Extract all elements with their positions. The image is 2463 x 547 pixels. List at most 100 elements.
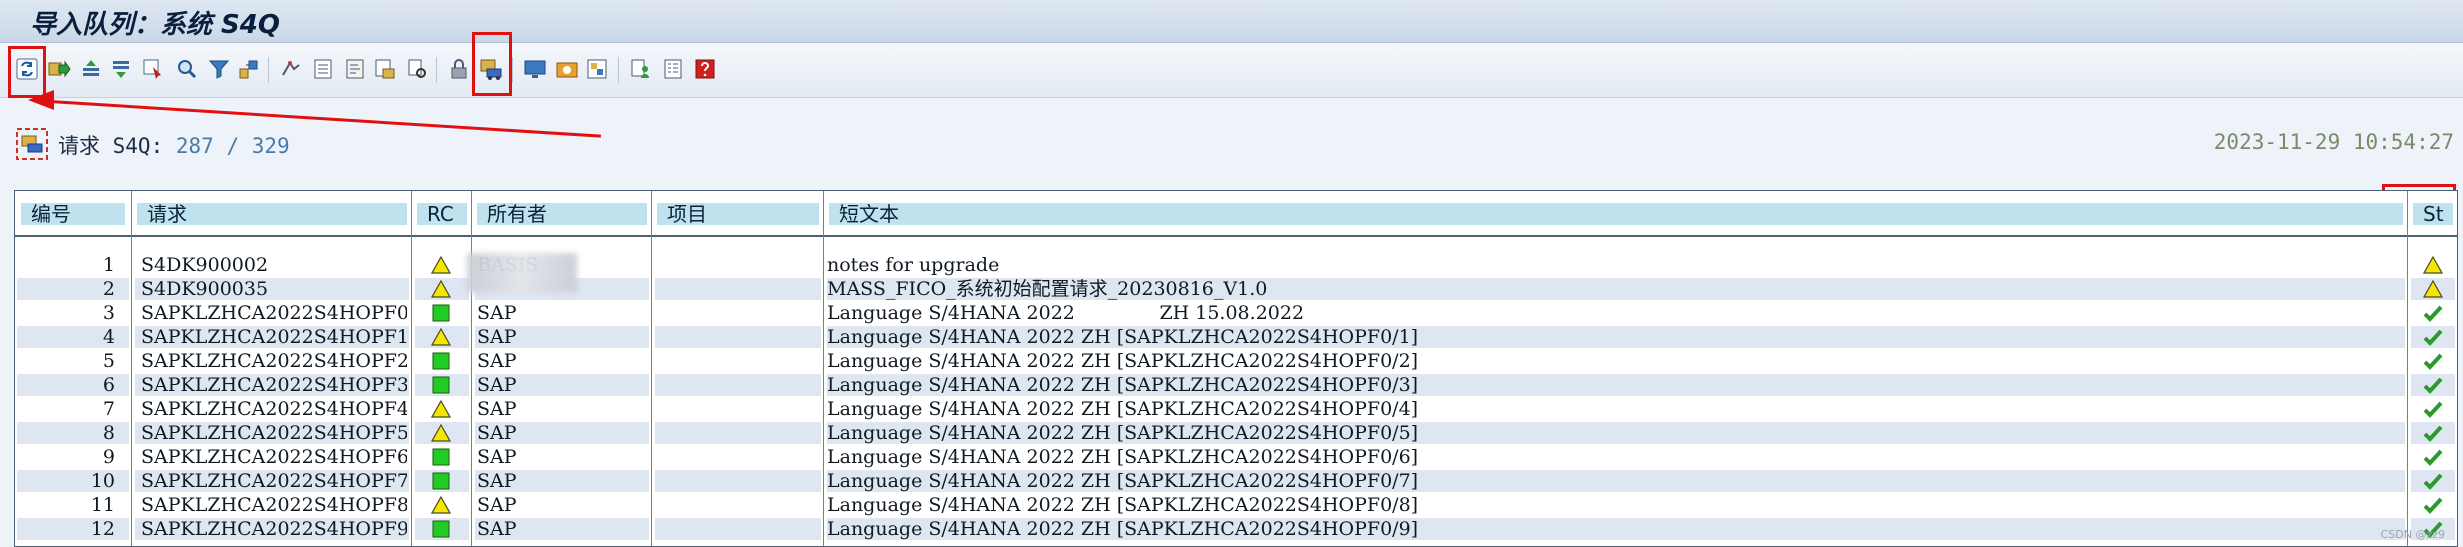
cell-owner: SAP (477, 422, 517, 444)
cell-request: SAPKLZHCA2022S4HOPF6 (141, 446, 407, 468)
cell-num: 6 (102, 374, 115, 396)
request-count-label: 请求 S4Q: 287 / 329 (58, 130, 290, 160)
cell-request: SAPKLZHCA2022S4HOPF7 (141, 470, 407, 492)
warning-triangle-icon (2422, 255, 2444, 275)
col-header-owner[interactable]: 所有者 (477, 203, 647, 225)
cell-num: 3 (102, 302, 115, 324)
warning-triangle-icon (430, 327, 452, 347)
options-icon[interactable] (584, 56, 610, 82)
tools-icon[interactable] (554, 56, 580, 82)
select-icon[interactable] (140, 56, 166, 82)
table-row[interactable]: 10 SAPKLZHCA2022S4HOPF7 SAP Language S/4HAN… (15, 469, 2457, 493)
export-icon[interactable] (372, 56, 398, 82)
warning-triangle-icon (2422, 279, 2444, 299)
document-icon[interactable] (342, 56, 368, 82)
col-header-project[interactable]: 项目 (657, 203, 819, 225)
warning-triangle-icon (430, 495, 452, 515)
col-header-text[interactable]: 短文本 (829, 203, 2403, 225)
cell-request: SAPKLZHCA2022S4HOPF4 (141, 398, 407, 420)
forward-icon[interactable] (46, 56, 72, 82)
checkmark-icon (2423, 351, 2443, 371)
warning-triangle-icon (430, 255, 452, 275)
col-header-request[interactable]: 请求 (137, 203, 407, 225)
cell-request: SAPKLZHCA2022S4HOPF8 (141, 494, 407, 516)
green-square-icon (431, 303, 451, 323)
cell-short-text: MASS_FICO_系统初始配置请求_20230816_V1.0 (827, 278, 1268, 300)
warning-triangle-icon (430, 279, 452, 299)
table-row[interactable]: 1S4DK900002BASISnotes for upgrade (15, 253, 2457, 277)
table-row[interactable]: 2 S4DK900035 MASS_FICO_系统初始配置请求_20230816_V… (15, 277, 2457, 301)
cell-short-text: Language S/4HANA 2022 ZH [SAPKLZHCA2022S… (827, 494, 1419, 516)
cell-request: SAPKLZHCA2022S4HOPF3 (141, 374, 407, 396)
col-header-status[interactable]: St (2413, 203, 2453, 225)
checkmark-icon (2423, 471, 2443, 491)
cell-short-text: Language S/4HANA 2022 ZH [SAPKLZHCA2022S… (827, 398, 1419, 420)
cell-short-text: Language S/4HANA 2022 ZH [SAPKLZHCA2022S… (827, 422, 1419, 444)
table-row[interactable]: 11 SAPKLZHCA2022S4HOPF8 SAP Language S/4HAN… (15, 493, 2457, 517)
request-info: 请求 S4Q: 287 / 329 2023-11-29 10:54:27 (14, 124, 2454, 164)
cell-owner: SAP (477, 494, 517, 516)
cell-request: S4DK900002 (141, 254, 269, 276)
cell-num: 10 (90, 470, 115, 492)
highlight-import (472, 32, 512, 96)
sort-ascending-icon[interactable] (78, 56, 104, 82)
table-row[interactable]: 7 SAPKLZHCA2022S4HOPF4 SAP Language S/4HANA… (15, 397, 2457, 421)
table-row[interactable]: 5 SAPKLZHCA2022S4HOPF2 SAP Language S/4HANA… (15, 349, 2457, 373)
cell-request: SAPKLZHCA2022S4HOPF1 (141, 326, 407, 348)
cell-owner: SAP (477, 446, 517, 468)
cell-short-text: Language S/4HANA 2022 ZH [SAPKLZHCA2022S… (827, 518, 1419, 540)
cell-owner: SAP (477, 470, 517, 492)
cell-short-text: notes for upgrade (827, 254, 1000, 276)
list-icon[interactable] (310, 56, 336, 82)
table-row[interactable]: 12 SAPKLZHCA2022S4HOPF9 SAP Language S/4HAN… (15, 517, 2457, 541)
cell-num: 4 (102, 326, 115, 348)
user-icon[interactable] (628, 56, 654, 82)
cell-request: SAPKLZHCA2022S4HOPF0 (141, 302, 407, 324)
sort-descending-icon[interactable] (108, 56, 134, 82)
checkmark-icon (2423, 495, 2443, 515)
help-icon[interactable] (692, 56, 718, 82)
table-row[interactable]: 4 SAPKLZHCA2022S4HOPF1 SAP Language S/4HANA… (15, 325, 2457, 349)
watermark: CSDN @zz9 (2380, 528, 2445, 541)
col-header-num[interactable]: 编号 (21, 203, 125, 225)
checkmark-icon (2423, 375, 2443, 395)
cell-request: SAPKLZHCA2022S4HOPF2 (141, 350, 407, 372)
cell-owner: SAP (477, 398, 517, 420)
cell-short-text: Language S/4HANA 2022 ZH 15.08.2022 (827, 302, 1305, 324)
warning-triangle-icon (430, 399, 452, 419)
arrow-head (28, 90, 54, 110)
checkmark-icon (2423, 303, 2443, 323)
display-icon[interactable] (522, 56, 548, 82)
cell-owner: SAP (477, 326, 517, 348)
table-row[interactable]: 9 SAPKLZHCA2022S4HOPF6 SAP Language S/4HANA… (15, 445, 2457, 469)
cell-num: 1 (102, 254, 115, 276)
window-title: 导入队列：系统 S4Q (30, 10, 280, 40)
table-row[interactable]: 3 SAPKLZHCA2022S4HOPF0 SAP Language S/4HANA… (15, 301, 2457, 325)
request-icon (16, 128, 48, 160)
green-square-icon (431, 351, 451, 371)
cell-num: 2 (102, 278, 115, 300)
table-row[interactable]: 6 SAPKLZHCA2022S4HOPF3 SAP Language S/4HANA… (15, 373, 2457, 397)
details-icon[interactable] (278, 56, 304, 82)
cell-num: 5 (102, 350, 115, 372)
checkmark-icon (2423, 447, 2443, 467)
green-square-icon (431, 471, 451, 491)
col-header-rc[interactable]: RC (417, 203, 467, 225)
cell-num: 11 (90, 494, 115, 516)
info-icon[interactable] (660, 56, 686, 82)
lock-icon[interactable] (446, 56, 472, 82)
cell-request: S4DK900035 (141, 278, 269, 300)
redacted-owner (467, 253, 577, 293)
filter-icon[interactable] (206, 56, 232, 82)
cell-num: 8 (102, 422, 115, 444)
timestamp: 2023-11-29 10:54:27 (2213, 130, 2454, 154)
checkmark-icon (2423, 327, 2443, 347)
find-icon[interactable] (174, 56, 200, 82)
settings-icon[interactable] (236, 56, 262, 82)
print-preview-icon[interactable] (404, 56, 430, 82)
table-row[interactable]: 8 SAPKLZHCA2022S4HOPF5 SAP Language S/4HANA… (15, 421, 2457, 445)
import-queue-table: 编号 请求 RC 所有者 项目 短文本 St 1S4DK900002BASISn… (14, 190, 2458, 547)
green-square-icon (431, 519, 451, 539)
cell-owner: SAP (477, 350, 517, 372)
cell-short-text: Language S/4HANA 2022 ZH [SAPKLZHCA2022S… (827, 470, 1419, 492)
